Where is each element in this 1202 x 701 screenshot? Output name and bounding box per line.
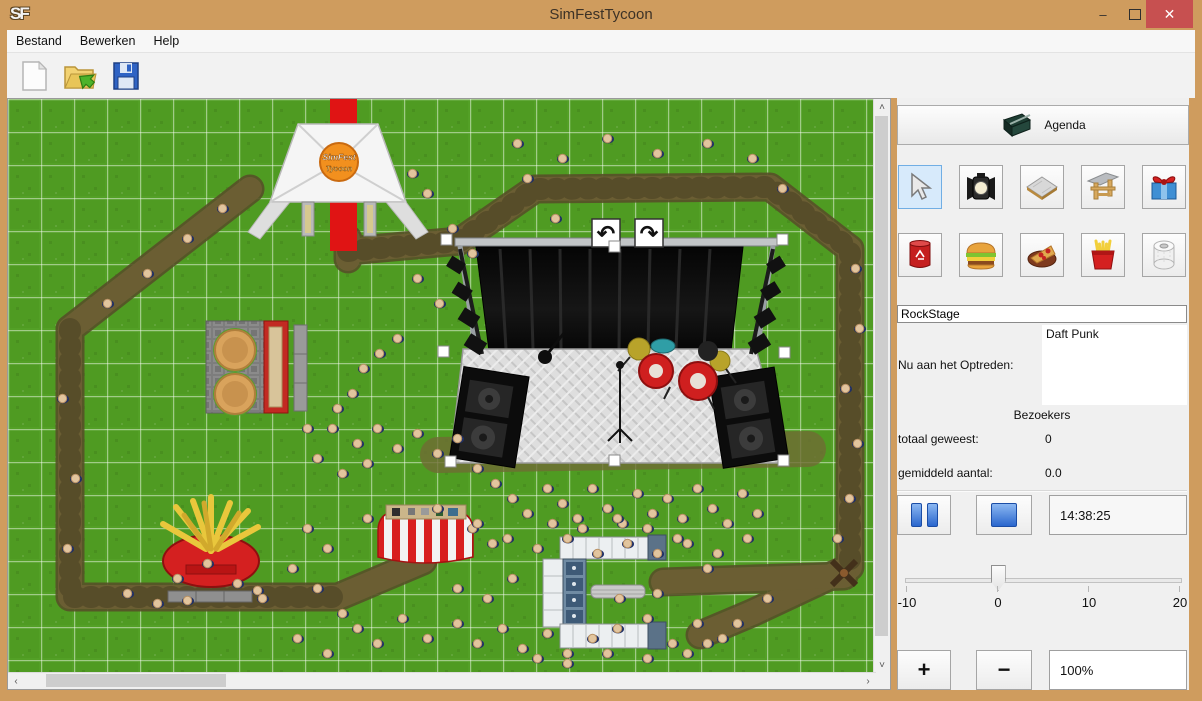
gift-icon [1148,171,1180,203]
tool-stage-light[interactable] [959,165,1003,209]
tool-burger-stand[interactable] [959,233,1003,277]
burger-icon [964,240,998,270]
slider-label-0: 0 [994,595,1001,610]
speed-slider-track[interactable] [905,578,1182,583]
open-file-button[interactable] [61,58,99,94]
horizontal-scroll-thumb[interactable] [46,674,226,687]
vertical-scroll-thumb[interactable] [875,116,888,636]
window-title: SimFestTycoon [0,6,1202,23]
tool-trash-bin[interactable] [898,233,942,277]
speed-slider-block: -10 0 10 20 [897,553,1187,613]
stop-button[interactable] [976,495,1032,535]
menu-bar: Bestand Bewerken Help [7,30,1195,53]
tick [906,586,907,592]
separator [897,490,1187,492]
open-folder-icon [63,60,97,92]
stage-name-input[interactable] [897,305,1187,323]
cursor-icon [906,172,934,202]
average-visitors-label: gemiddeld aantal: [898,466,993,480]
logo-text-1: SimFest [322,152,356,162]
vertical-scrollbar[interactable]: ˄ ˅ [873,99,890,673]
save-icon [111,60,141,92]
tool-path-tile[interactable] [1020,165,1064,209]
scroll-left-arrow[interactable]: ‹ [8,673,24,689]
slider-label-min: -10 [898,595,917,610]
pause-icon [911,503,922,527]
now-performing-box: Daft Punk [1042,325,1187,405]
agenda-button[interactable]: Agenda [897,105,1189,145]
zoom-out-button[interactable]: − [976,650,1032,690]
tool-stage-structure[interactable] [1081,165,1125,209]
pause-button[interactable] [897,495,951,535]
festival-map[interactable]: SimFest Tycoon [8,99,874,673]
control-sidebar: Agenda [897,98,1189,690]
visitors-header: Bezoekers [897,408,1187,422]
total-visitors-value: 0 [1045,432,1052,446]
scroll-down-arrow[interactable]: ˅ [874,657,890,673]
now-performing-value: Daft Punk [1046,327,1099,341]
now-performing-label: Nu aan het Optreden: [898,358,1013,372]
map-canvas[interactable]: SimFest Tycoon [7,98,891,690]
title-bar: SF SimFestTycoon – ✕ [0,0,1202,30]
toolbar [7,53,1195,98]
maximize-icon [1129,9,1141,20]
tick [1088,586,1089,592]
tool-fries-stand[interactable] [1081,233,1125,277]
speaker-left [450,367,530,468]
logo-text-2: Tycoon [326,164,353,173]
bench [168,591,252,602]
close-button[interactable]: ✕ [1146,0,1193,28]
simulation-clock: 14:38:25 [1049,495,1187,535]
fries-icon [1088,239,1118,271]
path-tile-icon [1025,173,1059,201]
market-tent[interactable] [378,505,473,563]
slider-label-max: 20 [1173,595,1187,610]
average-visitors-value: 0.0 [1045,466,1062,480]
tool-pizza-stand[interactable] [1020,233,1064,277]
scroll-right-arrow[interactable]: › [860,673,876,689]
tool-toilet[interactable] [1142,233,1186,277]
speed-slider-thumb[interactable] [991,565,1006,591]
scroll-up-arrow[interactable]: ˄ [874,99,890,115]
minimize-button[interactable]: – [1088,0,1118,28]
menu-help[interactable]: Help [144,32,188,50]
tool-select-cursor[interactable] [898,165,942,209]
speaker-right [709,367,789,468]
simfest-logo [320,143,358,181]
slider-label-10: 10 [1082,595,1096,610]
stop-icon [991,503,1017,527]
new-document-icon [19,60,49,92]
zoom-in-button[interactable]: + [897,650,951,690]
tick [997,586,998,592]
trash-bin-icon [906,239,934,271]
main-stage[interactable] [446,238,788,468]
horizontal-scrollbar[interactable]: ‹ › [8,672,876,689]
agenda-book-icon [1000,112,1034,138]
rotate-cw-icon: ↷ [640,221,659,246]
toilet-paper-icon [1149,239,1179,271]
agenda-label: Agenda [1044,118,1085,132]
total-visitors-label: totaal geweest: [898,432,979,446]
spotlight-icon [964,171,998,203]
new-file-button[interactable] [15,58,53,94]
tool-gift[interactable] [1142,165,1186,209]
pizza-icon [1025,240,1059,270]
pause-icon [927,503,938,527]
stage-frame-icon [1086,171,1120,203]
save-file-button[interactable] [107,58,145,94]
tick [1179,586,1180,592]
bench [294,325,307,411]
zoom-level-display: 100% [1049,650,1187,690]
menu-bewerken[interactable]: Bewerken [71,32,145,50]
menu-bestand[interactable]: Bestand [7,32,71,50]
app-window: SF SimFestTycoon – ✕ Bestand Bewerken He… [0,0,1202,701]
